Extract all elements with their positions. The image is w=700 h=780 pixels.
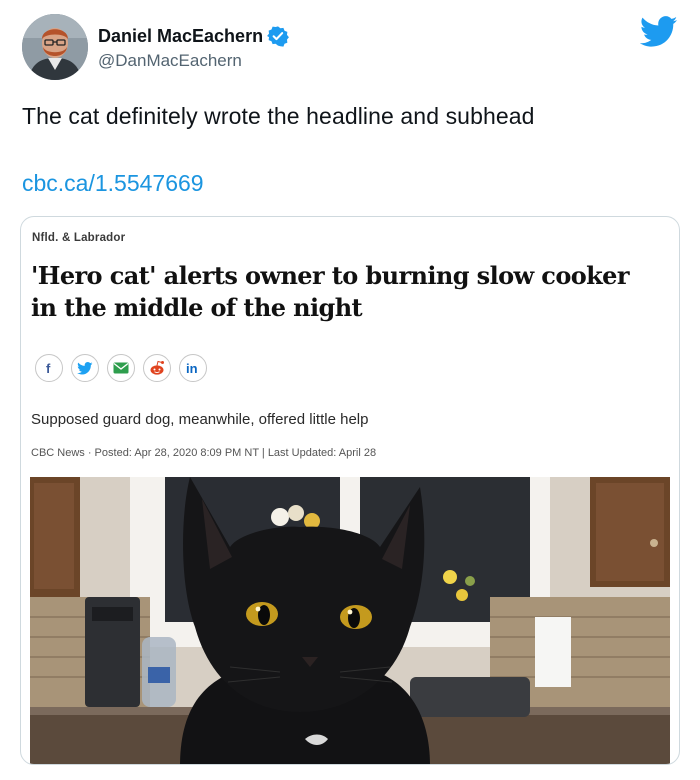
tweet-text: The cat definitely wrote the headline an… (22, 103, 535, 129)
reddit-icon[interactable] (143, 354, 171, 382)
share-bar: f in (35, 354, 207, 382)
black-cat-image (30, 477, 670, 764)
verified-badge-icon (267, 25, 289, 47)
linkedin-icon[interactable]: in (179, 354, 207, 382)
twitter-bird-icon[interactable] (639, 16, 678, 48)
avatar-image (22, 14, 88, 80)
author-handle[interactable]: @DanMacEachern (98, 51, 289, 71)
author-name[interactable]: Daniel MacEachern (98, 26, 263, 47)
twitter-icon[interactable] (71, 354, 99, 382)
link-preview-card[interactable]: Nfld. & Labrador 'Hero cat' alerts owner… (20, 216, 680, 765)
tweet-link[interactable]: cbc.ca/1.5547669 (22, 170, 204, 197)
article-section[interactable]: Nfld. & Labrador (32, 232, 125, 244)
article-headline: 'Hero cat' alerts owner to burning slow … (31, 261, 629, 322)
article-subhead: Supposed guard dog, meanwhile, offered l… (31, 411, 369, 428)
article-photo[interactable] (30, 477, 670, 764)
email-icon[interactable] (107, 354, 135, 382)
tweet: Daniel MacEachern @DanMacEachern The cat… (0, 0, 700, 780)
facebook-icon[interactable]: f (35, 354, 63, 382)
svg-text:f: f (46, 361, 51, 375)
author-name-row: Daniel MacEachern (98, 24, 289, 48)
article-byline: CBC News · Posted: Apr 28, 2020 8:09 PM … (31, 447, 377, 459)
author-block: Daniel MacEachern @DanMacEachern (98, 24, 289, 71)
avatar[interactable] (22, 14, 88, 80)
svg-text:in: in (186, 361, 198, 375)
